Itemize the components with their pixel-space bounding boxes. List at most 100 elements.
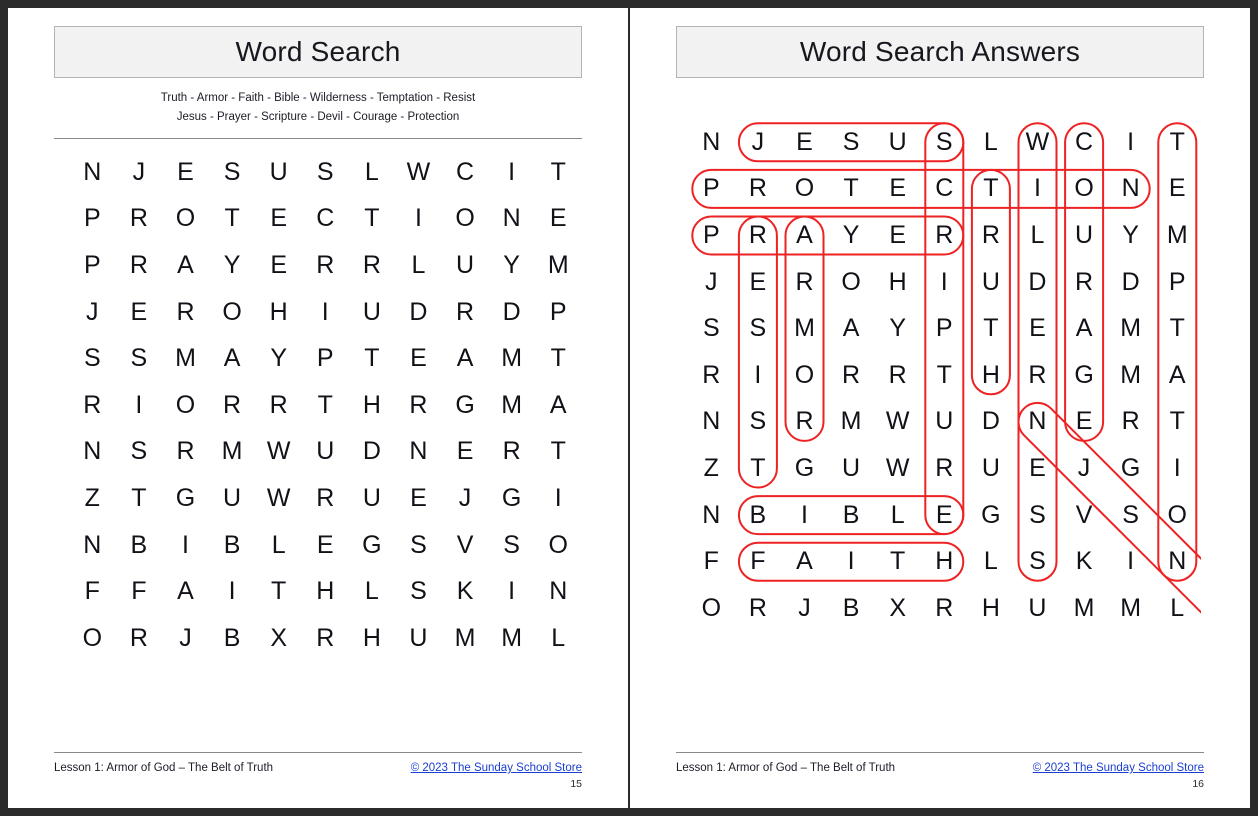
grid-cell: A [177, 577, 194, 606]
grid-cell: M [454, 623, 476, 652]
grid-cell: A [456, 344, 474, 373]
grid-cell: P [702, 174, 720, 203]
grid-cell: S [223, 157, 241, 186]
grid-cell: T [550, 437, 566, 466]
grid-cell: I [754, 360, 762, 389]
grid-cell: M [547, 250, 569, 279]
grid-cell: I [801, 500, 808, 529]
grid-cell: I [228, 577, 236, 606]
grid-cell: N [1168, 547, 1187, 576]
grid-cell: U [981, 453, 1000, 482]
grid-cell: O [1074, 174, 1094, 203]
answers-page-number: 16 [1192, 778, 1204, 790]
page-word-search-answers: Word Search Answers NJESUSLWCITPROTECTIO… [630, 8, 1250, 808]
grid-cell: W [885, 453, 910, 482]
grid-cell: E [410, 344, 427, 373]
grid-cell: I [321, 297, 329, 326]
grid-cell: Y [223, 250, 241, 279]
grid-cell: E [270, 204, 288, 233]
grid-cell: Y [503, 250, 520, 279]
grid-cell: Y [842, 220, 860, 249]
grid-cell: M [840, 407, 862, 436]
grid-cell: T [271, 577, 287, 606]
grid-cell: D [1028, 267, 1047, 296]
grid-cell: T [364, 204, 380, 233]
grid-cell: J [705, 267, 718, 296]
grid-cell: R [1028, 360, 1047, 389]
grid-cell: J [132, 157, 146, 186]
grid-cell: R [362, 250, 381, 279]
answers-footer-copyright-link[interactable]: © 2023 The Sunday School Store [1033, 762, 1204, 774]
grid-cell: E [935, 500, 953, 529]
grid-cell: S [1029, 547, 1046, 576]
grid-cell: A [1075, 314, 1093, 343]
page-number: 15 [570, 778, 582, 790]
grid-cell: S [749, 407, 767, 436]
grid-cell: R [176, 437, 195, 466]
grid-cell: E [1168, 174, 1186, 203]
grid-cell: R [409, 390, 428, 419]
answers-title-banner: Word Search Answers [676, 26, 1204, 78]
grid-cell: O [175, 390, 196, 419]
grid-cell: Y [889, 314, 907, 343]
grid-cell: L [1030, 220, 1045, 249]
grid-cell: R [795, 267, 814, 296]
answers-page-title: Word Search Answers [799, 36, 1081, 67]
page-word-search: Word Search Truth - Armor - Faith - Bibl… [8, 8, 628, 808]
grid-cell: D [362, 437, 381, 466]
grid-cell: G [455, 390, 475, 419]
grid-cell: G [981, 500, 1001, 529]
grid-cell: S [130, 437, 148, 466]
footer-copyright-link[interactable]: © 2023 The Sunday School Store [411, 762, 582, 774]
grid-cell: U [888, 127, 907, 156]
grid-cell: S [749, 314, 767, 343]
grid-cell: E [270, 250, 288, 279]
grid-cell: P [83, 204, 101, 233]
grid-cell: J [86, 297, 99, 326]
grid-cell: N [1121, 174, 1140, 203]
grid-cell: R [888, 360, 907, 389]
grid-cell: T [1169, 407, 1185, 436]
grid-cell: R [702, 360, 721, 389]
grid-cell: M [501, 390, 523, 419]
grid-cell: O [794, 174, 815, 203]
grid-cell: G [362, 530, 382, 559]
grid-cell: U [362, 483, 381, 512]
grid-cell: X [270, 623, 288, 652]
grid-cell: L [364, 577, 379, 606]
grid-cell: Z [703, 453, 719, 482]
grid-cell: W [266, 437, 291, 466]
word-list: Truth - Armor - Faith - Bible - Wilderne… [54, 89, 582, 127]
grid-cell: F [84, 577, 100, 606]
grid-cell: R [935, 453, 954, 482]
grid-cell: M [175, 344, 196, 373]
grid-cell: T [224, 204, 240, 233]
grid-cell: N [502, 204, 521, 233]
grid-cell: G [1074, 360, 1094, 389]
grid-cell: R [1075, 267, 1094, 296]
grid-cell: S [130, 344, 148, 373]
grid-cell: B [842, 500, 860, 529]
grid-cell: F [131, 577, 147, 606]
grid-cell: U [981, 267, 1000, 296]
grid-cell: E [749, 267, 767, 296]
grid-cell: S [503, 530, 520, 559]
grid-cell: A [842, 314, 860, 343]
grid-cell: E [889, 174, 907, 203]
grid-cell: R [935, 220, 954, 249]
grid-cell: T [936, 360, 952, 389]
grid-cell: D [409, 297, 428, 326]
grid-cell: I [1127, 127, 1135, 156]
grid-cell: N [409, 437, 428, 466]
grid-cell: U [269, 157, 288, 186]
grid-cell: O [1167, 500, 1187, 529]
grid-cell: S [702, 314, 720, 343]
grid-cell: T [317, 390, 333, 419]
grid-cell: A [223, 344, 241, 373]
page-title: Word Search [235, 36, 401, 67]
grid-cell: H [362, 623, 381, 652]
grid-cell: U [1028, 593, 1047, 622]
grid-cell: T [750, 453, 766, 482]
grid-cell: R [129, 250, 148, 279]
answer-letter-grid: NJESUSLWCITPROTECTIONEPRAYERRLUYMJEROHIU… [688, 119, 1204, 632]
